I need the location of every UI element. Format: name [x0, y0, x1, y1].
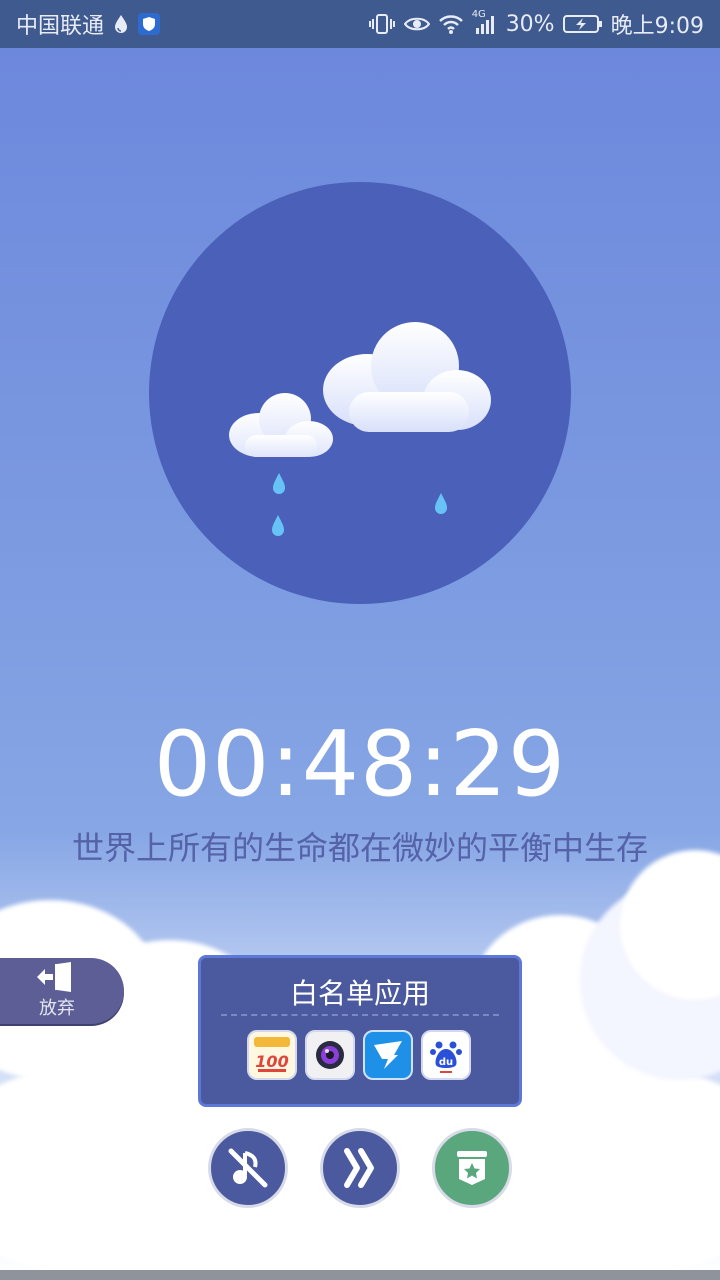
svg-text:100: 100	[255, 1052, 288, 1071]
whitelist-title: 白名单应用	[289, 977, 430, 1010]
focus-mode-button[interactable]	[320, 1128, 400, 1208]
clock-time: 晚上9:09	[610, 14, 704, 39]
svg-text:du: du	[439, 1057, 453, 1068]
reward-box-button[interactable]	[432, 1128, 512, 1208]
give-up-button[interactable]: 放弃	[0, 958, 124, 1024]
divider	[221, 1014, 499, 1016]
music-off-icon	[228, 1148, 268, 1188]
carrier-name: 中国联通	[16, 14, 105, 39]
bottom-divider	[0, 1270, 720, 1280]
raindrop-icon	[272, 515, 284, 536]
homework-100-icon[interactable]: 100	[247, 1030, 297, 1080]
focus-mode-icon	[344, 1148, 374, 1188]
water-drop-icon	[112, 13, 130, 35]
status-bar: 中国联通 4G 30% 晚上9:09	[0, 0, 720, 48]
exit-door-icon	[37, 962, 71, 992]
wifi-icon	[438, 13, 464, 35]
battery-charging-icon	[562, 14, 603, 34]
large-cloud-icon	[323, 322, 491, 432]
countdown-timer: 00:48:29	[153, 712, 567, 817]
whitelist-apps-panel[interactable]: 白名单应用 100 du	[198, 955, 522, 1107]
give-up-label: 放弃	[39, 998, 75, 1019]
whitelist-app-list: 100 du	[247, 1030, 471, 1080]
raindrop-icon	[435, 493, 447, 514]
battery-percent: 30%	[505, 11, 555, 37]
network-type: 4G	[471, 9, 486, 20]
dingtalk-app-icon[interactable]	[363, 1030, 413, 1080]
raindrop-icon	[273, 473, 285, 494]
music-off-button[interactable]	[208, 1128, 288, 1208]
shield-icon	[138, 13, 161, 35]
camera-app-icon[interactable]	[305, 1030, 355, 1080]
vibrate-icon	[368, 13, 396, 35]
baidu-app-icon[interactable]: du	[421, 1030, 471, 1080]
focus-timer-screen: 中国联通 4G 30% 晚上9:09 00:48:29 世界上所有的生命都在微妙…	[0, 0, 720, 1280]
motivational-quote: 世界上所有的生命都在微妙的平衡中生存	[71, 829, 648, 867]
cellular-signal-icon: 4G	[472, 9, 498, 35]
eye-comfort-icon	[403, 14, 430, 34]
weather-illustration	[149, 182, 571, 604]
star-box-icon	[457, 1151, 487, 1185]
